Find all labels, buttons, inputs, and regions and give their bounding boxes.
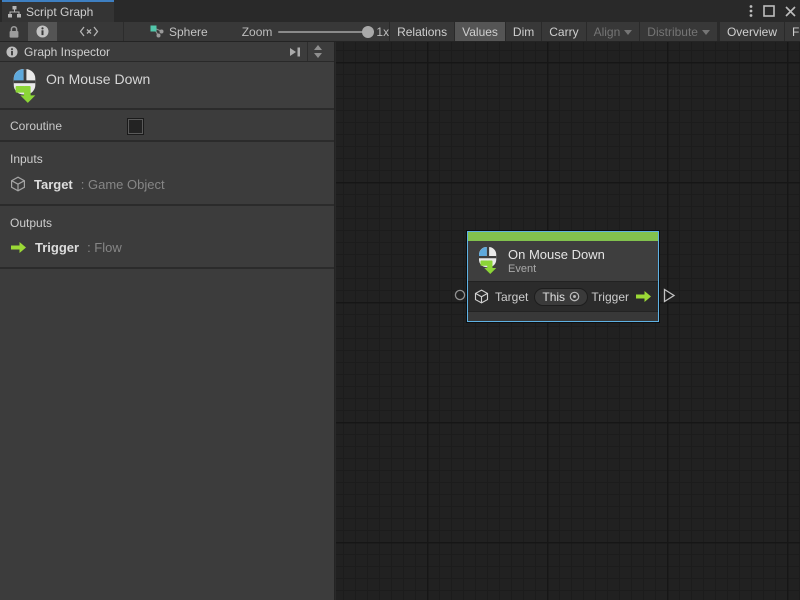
- tab-script-graph[interactable]: Script Graph: [2, 0, 114, 22]
- node-output-port-label: Trigger: [591, 290, 629, 304]
- coroutine-label: Coroutine: [10, 119, 62, 133]
- tab-bar: Script Graph: [0, 0, 800, 22]
- align-dropdown-button[interactable]: Align: [587, 22, 641, 41]
- dim-button[interactable]: Dim: [506, 22, 542, 41]
- output-port-row: Trigger : Flow: [0, 238, 334, 257]
- zoom-control: Zoom 1x: [242, 25, 389, 39]
- self-target-icon: [569, 291, 580, 302]
- input-port-name: Target: [34, 177, 73, 192]
- scroll-down-icon[interactable]: [314, 53, 322, 58]
- inputs-section: Inputs Target : Game Object: [0, 142, 334, 206]
- node-input-port-label: Target: [495, 290, 528, 304]
- cube-icon: [474, 289, 489, 304]
- zoom-value: 1x: [376, 25, 389, 39]
- on-mouse-down-node[interactable]: On Mouse Down Event Target This: [467, 231, 659, 322]
- on-mouse-down-icon: [10, 68, 40, 104]
- panel-scroll-spinner[interactable]: [307, 42, 328, 61]
- graph-toolbar: Sphere Zoom 1x Relations Values Dim Carr…: [0, 22, 800, 42]
- close-icon[interactable]: [785, 6, 796, 17]
- edit-script-button[interactable]: [57, 22, 121, 41]
- coroutine-row: Coroutine: [0, 110, 334, 142]
- node-subtitle: Event: [508, 263, 605, 275]
- toolbar-separator: [123, 22, 124, 41]
- lock-button[interactable]: [0, 22, 28, 41]
- window-controls: [749, 0, 796, 22]
- outputs-section: Outputs Trigger : Flow: [0, 206, 334, 269]
- inspector-toggle-button[interactable]: [28, 22, 57, 41]
- unit-summary: On Mouse Down: [0, 62, 334, 110]
- node-input-port[interactable]: Target This: [474, 288, 588, 306]
- toolbar-left-group: Sphere Zoom 1x: [0, 22, 389, 41]
- code-icon: [79, 26, 99, 37]
- tab-label: Script Graph: [26, 5, 93, 19]
- input-port-row: Target : Game Object: [0, 174, 334, 194]
- graph-inspector-title: Graph Inspector: [24, 45, 110, 59]
- output-port-type: : Flow: [87, 240, 122, 255]
- outputs-header: Outputs: [0, 214, 334, 238]
- full-screen-button[interactable]: Full Screen: [785, 22, 800, 41]
- input-port-type: : Game Object: [81, 177, 165, 192]
- chevron-down-icon: [702, 30, 710, 35]
- values-button[interactable]: Values: [455, 22, 506, 41]
- unity-script-graph-window: Script Graph: [0, 0, 800, 600]
- output-connection-port-icon[interactable]: [663, 288, 676, 303]
- toolbar-button-group: Relations Values Dim Carry Align Distrib…: [389, 22, 800, 41]
- info-icon: [36, 25, 49, 38]
- node-title: On Mouse Down: [508, 247, 605, 262]
- inputs-header: Inputs: [0, 150, 334, 174]
- flow-arrow-icon: [635, 290, 652, 303]
- node-header[interactable]: On Mouse Down Event: [468, 241, 658, 281]
- maximize-icon[interactable]: [763, 5, 775, 17]
- chevron-down-icon: [624, 30, 632, 35]
- on-mouse-down-icon: [476, 246, 500, 275]
- graph-asset-icon: [150, 25, 164, 38]
- graph-owner-label: Sphere: [169, 25, 208, 39]
- graph-owner-chip[interactable]: Sphere: [142, 25, 216, 39]
- target-value-text: This: [542, 290, 565, 304]
- target-value-chip[interactable]: This: [534, 288, 588, 306]
- info-icon: [6, 46, 18, 58]
- scroll-up-icon[interactable]: [314, 45, 322, 50]
- flow-arrow-icon: [10, 241, 27, 254]
- node-ports-row: Target This Trigger: [468, 281, 658, 311]
- coroutine-checkbox[interactable]: [128, 119, 143, 134]
- script-graph-icon: [8, 6, 21, 18]
- graph-inspector-panel: Graph Inspector: [0, 42, 335, 600]
- node-accent-bar: [468, 232, 658, 241]
- dock-panel-icon[interactable]: [289, 47, 301, 57]
- zoom-label: Zoom: [242, 25, 273, 39]
- cube-icon: [10, 176, 26, 192]
- node-output-port[interactable]: Trigger: [591, 290, 652, 304]
- relations-button[interactable]: Relations: [390, 22, 455, 41]
- kebab-menu-icon[interactable]: [749, 4, 753, 18]
- zoom-slider-handle[interactable]: [362, 26, 374, 38]
- node-footer: [468, 311, 658, 321]
- graph-inspector-header: Graph Inspector: [0, 42, 334, 62]
- overview-button[interactable]: Overview: [718, 22, 785, 41]
- zoom-slider[interactable]: [278, 31, 370, 33]
- distribute-dropdown-button[interactable]: Distribute: [640, 22, 718, 41]
- lock-icon: [8, 25, 20, 39]
- unit-title: On Mouse Down: [46, 71, 150, 87]
- input-connection-port-icon[interactable]: [454, 289, 466, 301]
- graph-canvas[interactable]: On Mouse Down Event Target This: [336, 42, 800, 600]
- output-port-name: Trigger: [35, 240, 79, 255]
- carry-button[interactable]: Carry: [542, 22, 586, 41]
